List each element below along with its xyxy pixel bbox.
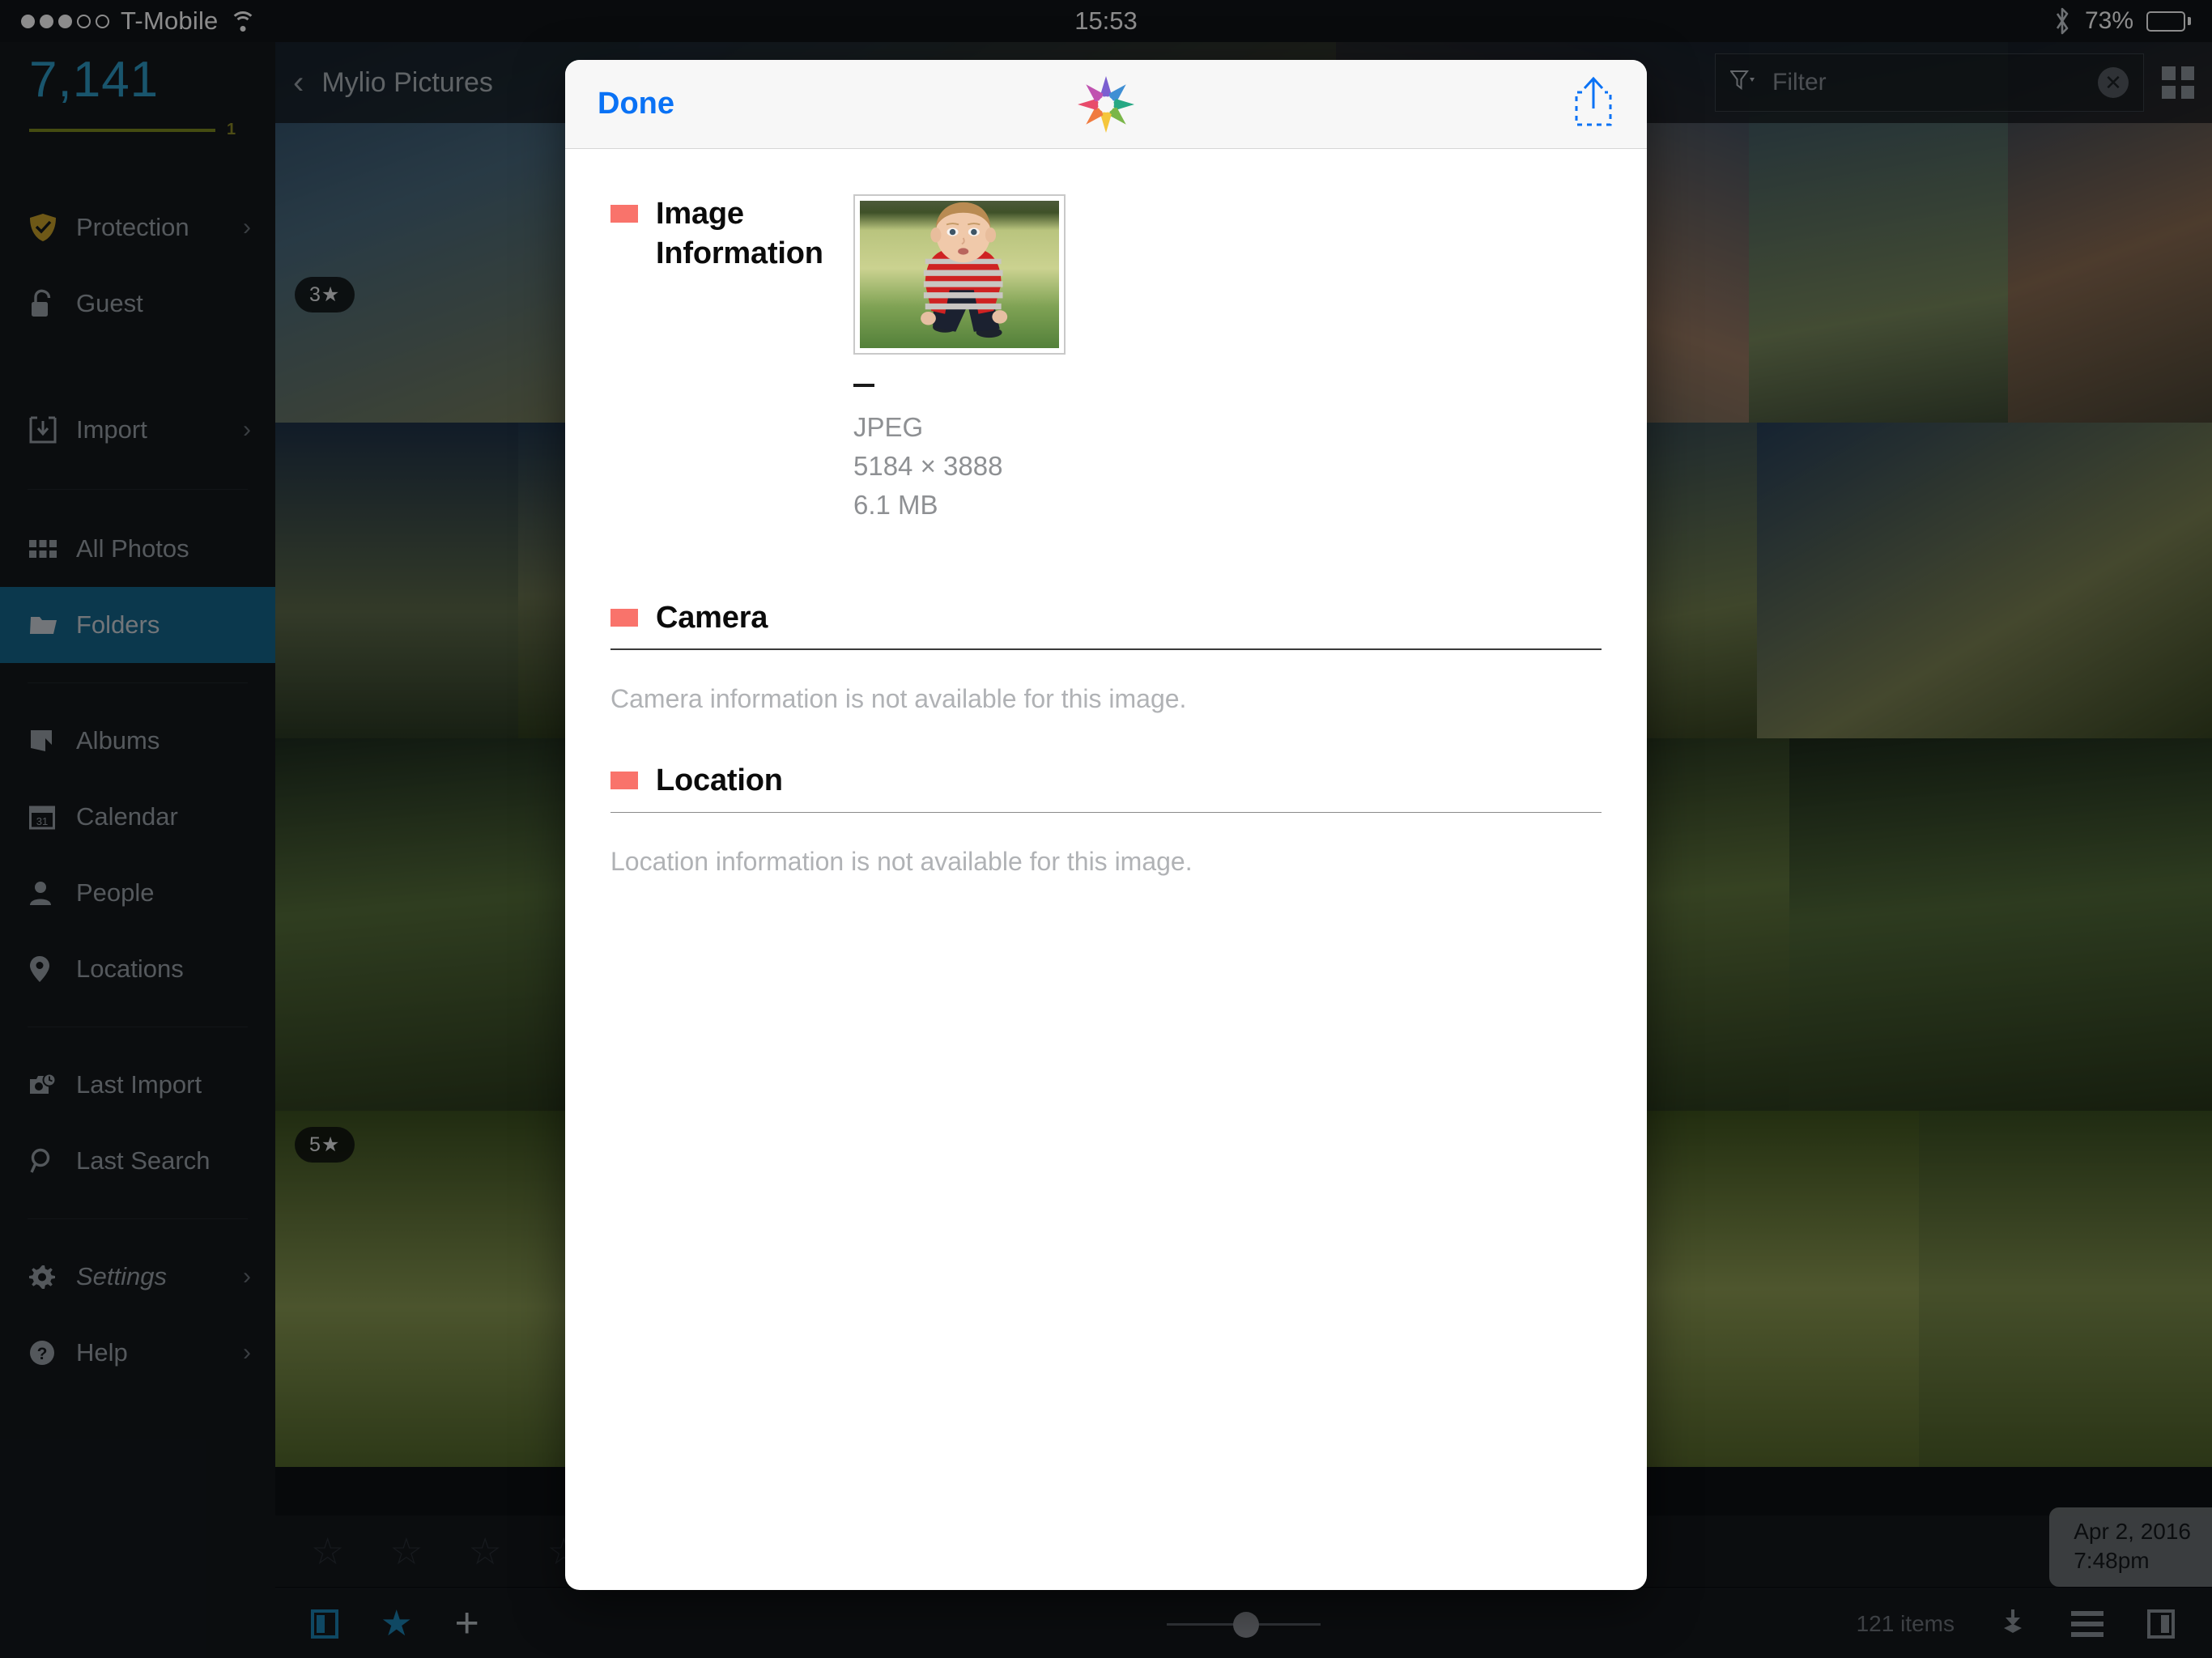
modal-header: Done — [565, 60, 1647, 149]
camera-empty-message: Camera information is not available for … — [610, 684, 1187, 714]
app-root: 3★ 5★ Apr 2, 2016 7:48pm ☆ ☆ ☆ ☆ ☆ ‹ Myl… — [0, 0, 2212, 1658]
section-heading: Image Information — [610, 194, 853, 273]
modal-body: Image Information JPEG 5184 × 3888 6.1 M… — [565, 149, 1647, 1590]
image-thumbnail-frame[interactable] — [853, 194, 1066, 355]
image-information-detail-col: JPEG 5184 × 3888 6.1 MB — [853, 194, 1066, 525]
image-information-heading-col: Image Information — [610, 194, 853, 525]
section-rule — [610, 811, 1602, 813]
section-rule — [610, 648, 1602, 651]
image-information-section: Image Information JPEG 5184 × 3888 6.1 M… — [610, 194, 1602, 525]
location-section: Location Location information is not ava… — [610, 761, 1602, 877]
share-icon[interactable] — [1572, 76, 1614, 132]
image-filesize: 6.1 MB — [853, 490, 938, 521]
section-accent-chip — [610, 772, 638, 790]
image-thumbnail[interactable] — [860, 201, 1059, 348]
image-dimensions: 5184 × 3888 — [853, 451, 1003, 482]
section-heading: Location — [610, 761, 1602, 801]
section-title: Camera — [656, 600, 768, 635]
section-title: Location — [656, 763, 783, 798]
section-accent-chip — [610, 205, 638, 223]
done-button[interactable]: Done — [598, 87, 674, 121]
camera-section: Camera Camera information is not availab… — [610, 598, 1602, 715]
section-title: Image Information — [656, 197, 823, 270]
section-accent-chip — [610, 608, 638, 627]
separator-dash — [853, 384, 874, 387]
image-format: JPEG — [853, 412, 924, 442]
section-heading: Camera — [610, 598, 1602, 638]
image-info-modal: Done Image Information JPEG 5184 × 3888 … — [565, 60, 1647, 1590]
location-empty-message: Location information is not available fo… — [610, 846, 1193, 876]
mylio-star-logo — [565, 72, 1647, 137]
